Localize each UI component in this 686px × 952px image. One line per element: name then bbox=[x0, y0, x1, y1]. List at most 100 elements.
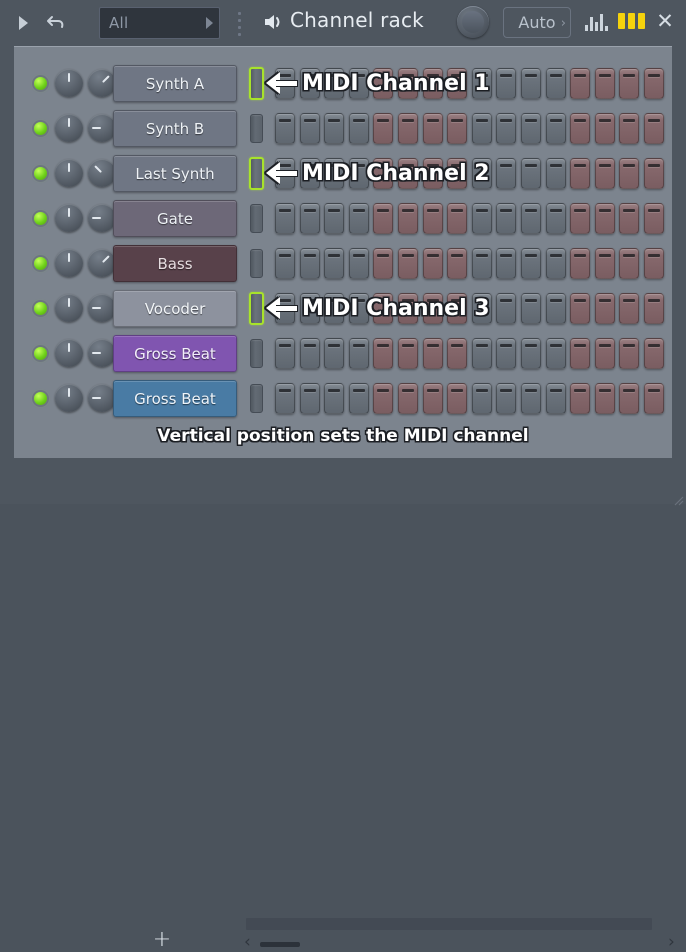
master-knob[interactable] bbox=[457, 6, 489, 38]
step-button[interactable] bbox=[471, 113, 492, 144]
volume-knob[interactable] bbox=[55, 114, 83, 142]
step-button[interactable] bbox=[496, 293, 517, 324]
step-button[interactable] bbox=[447, 203, 468, 234]
step-button[interactable] bbox=[299, 293, 320, 324]
step-button[interactable] bbox=[348, 203, 369, 234]
step-button[interactable] bbox=[422, 248, 443, 279]
midi-position-slider[interactable] bbox=[250, 114, 263, 143]
step-button[interactable] bbox=[570, 338, 591, 369]
channel-name-button[interactable]: Synth A bbox=[113, 65, 237, 102]
step-button[interactable] bbox=[471, 338, 492, 369]
step-button[interactable] bbox=[545, 203, 566, 234]
step-button[interactable] bbox=[422, 68, 443, 99]
step-button[interactable] bbox=[545, 383, 566, 414]
step-button[interactable] bbox=[496, 113, 517, 144]
step-button[interactable] bbox=[275, 293, 295, 324]
channel-name-button[interactable]: Bass bbox=[113, 245, 237, 282]
channel-enable-led[interactable] bbox=[34, 347, 47, 360]
step-button[interactable] bbox=[373, 203, 394, 234]
step-button[interactable] bbox=[398, 383, 418, 414]
midi-position-slider-active[interactable] bbox=[249, 157, 264, 190]
step-button[interactable] bbox=[594, 68, 615, 99]
step-button[interactable] bbox=[570, 203, 591, 234]
step-button[interactable] bbox=[275, 248, 295, 279]
step-button[interactable] bbox=[644, 383, 664, 414]
step-button[interactable] bbox=[275, 203, 295, 234]
step-button[interactable] bbox=[299, 383, 320, 414]
channel-enable-led[interactable] bbox=[34, 77, 47, 90]
pan-knob[interactable] bbox=[88, 69, 116, 97]
pan-knob[interactable] bbox=[88, 384, 116, 412]
step-button[interactable] bbox=[545, 113, 566, 144]
channel-enable-led[interactable] bbox=[34, 212, 47, 225]
step-button[interactable] bbox=[644, 203, 664, 234]
step-button[interactable] bbox=[398, 293, 418, 324]
step-button[interactable] bbox=[422, 293, 443, 324]
step-button[interactable] bbox=[422, 383, 443, 414]
step-button[interactable] bbox=[373, 68, 394, 99]
step-button[interactable] bbox=[447, 248, 468, 279]
step-button[interactable] bbox=[496, 203, 517, 234]
volume-knob[interactable] bbox=[55, 159, 83, 187]
step-button[interactable] bbox=[471, 203, 492, 234]
step-button[interactable] bbox=[299, 248, 320, 279]
step-button[interactable] bbox=[275, 158, 295, 189]
pan-knob[interactable] bbox=[88, 204, 116, 232]
volume-knob[interactable] bbox=[55, 204, 83, 232]
midi-position-slider[interactable] bbox=[250, 384, 263, 413]
pan-knob[interactable] bbox=[88, 249, 116, 277]
step-button[interactable] bbox=[594, 203, 615, 234]
step-button[interactable] bbox=[570, 158, 591, 189]
step-button[interactable] bbox=[570, 293, 591, 324]
step-button[interactable] bbox=[644, 248, 664, 279]
step-button[interactable] bbox=[521, 158, 541, 189]
step-button[interactable] bbox=[324, 338, 345, 369]
step-button[interactable] bbox=[324, 293, 345, 324]
step-button[interactable] bbox=[324, 68, 345, 99]
pan-knob[interactable] bbox=[88, 114, 116, 142]
add-channel-button[interactable]: + bbox=[152, 929, 172, 951]
step-button[interactable] bbox=[521, 248, 541, 279]
step-button[interactable] bbox=[644, 293, 664, 324]
step-button[interactable] bbox=[324, 203, 345, 234]
step-button[interactable] bbox=[447, 383, 468, 414]
step-button[interactable] bbox=[299, 158, 320, 189]
step-button[interactable] bbox=[619, 158, 640, 189]
step-button[interactable] bbox=[373, 293, 394, 324]
step-button[interactable] bbox=[570, 113, 591, 144]
step-button[interactable] bbox=[521, 68, 541, 99]
step-button[interactable] bbox=[275, 338, 295, 369]
step-button[interactable] bbox=[496, 68, 517, 99]
step-button[interactable] bbox=[324, 383, 345, 414]
step-button[interactable] bbox=[447, 338, 468, 369]
midi-position-slider[interactable] bbox=[250, 249, 263, 278]
volume-knob[interactable] bbox=[55, 249, 83, 277]
step-button[interactable] bbox=[471, 293, 492, 324]
step-button[interactable] bbox=[422, 338, 443, 369]
undo-arrow-icon[interactable] bbox=[44, 10, 68, 36]
channel-name-button[interactable]: Synth B bbox=[113, 110, 237, 147]
channel-enable-led[interactable] bbox=[34, 392, 47, 405]
step-button[interactable] bbox=[373, 113, 394, 144]
pan-knob[interactable] bbox=[88, 339, 116, 367]
channel-enable-led[interactable] bbox=[34, 167, 47, 180]
step-button[interactable] bbox=[570, 248, 591, 279]
step-button[interactable] bbox=[447, 293, 468, 324]
step-button[interactable] bbox=[594, 293, 615, 324]
midi-position-slider-active[interactable] bbox=[249, 67, 264, 100]
channel-name-button[interactable]: Gross Beat bbox=[113, 335, 237, 372]
step-button[interactable] bbox=[521, 338, 541, 369]
resize-grip[interactable] bbox=[672, 491, 684, 506]
step-button[interactable] bbox=[398, 158, 418, 189]
volume-knob[interactable] bbox=[55, 294, 83, 322]
volume-knob[interactable] bbox=[55, 339, 83, 367]
step-button[interactable] bbox=[594, 113, 615, 144]
scroll-thumb[interactable] bbox=[260, 942, 300, 947]
chevron-left-icon[interactable]: ‹ bbox=[244, 932, 251, 952]
step-button[interactable] bbox=[594, 338, 615, 369]
play-arrow-icon[interactable] bbox=[14, 13, 32, 33]
step-button[interactable] bbox=[275, 113, 295, 144]
channel-name-button[interactable]: Gate bbox=[113, 200, 237, 237]
step-button[interactable] bbox=[299, 338, 320, 369]
auto-button[interactable]: Auto › bbox=[503, 7, 571, 38]
